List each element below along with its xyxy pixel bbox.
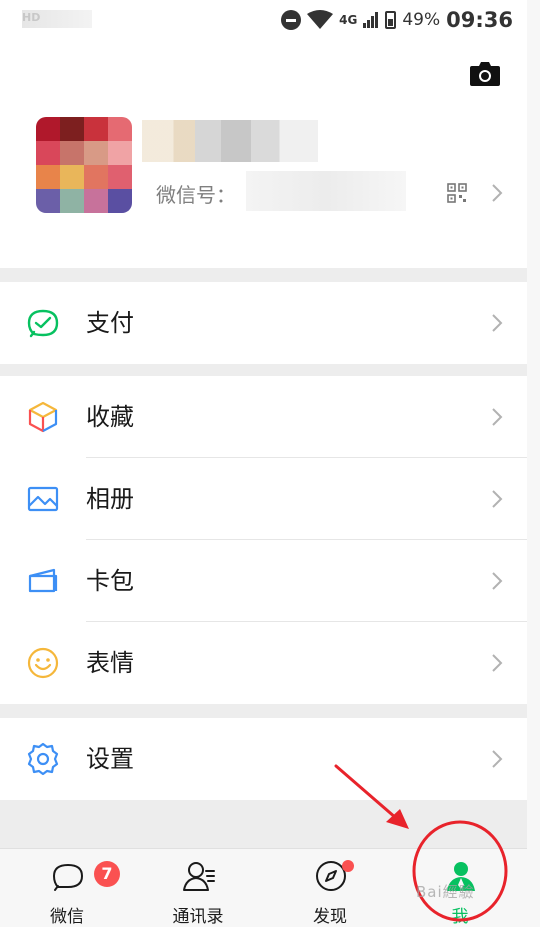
profile-header[interactable]: 微信号： xyxy=(0,40,527,268)
menu-label: 收藏 xyxy=(86,403,134,431)
status-bar: HD 4G 49% 09:36 xyxy=(0,0,527,40)
wechat-id-blurred xyxy=(246,171,406,211)
menu-group-main: 收藏 相册 卡包 表情 xyxy=(0,376,527,704)
battery-percent: 49% xyxy=(402,10,441,30)
camera-icon[interactable] xyxy=(470,62,500,86)
settings-icon xyxy=(27,742,59,776)
battery-icon xyxy=(385,11,397,29)
menu-label: 相册 xyxy=(86,485,134,513)
tab-contacts[interactable]: 通讯录 xyxy=(148,849,248,927)
chevron-right-icon xyxy=(492,490,503,508)
menu-row-album[interactable]: 相册 xyxy=(0,458,527,540)
tab-label: 微信 xyxy=(50,907,84,927)
tab-label: 我 xyxy=(451,907,469,927)
unread-badge: 7 xyxy=(94,861,120,887)
wechat-id-label: 微信号： xyxy=(156,183,236,207)
pay-icon xyxy=(27,309,59,338)
tab-chats[interactable]: 7 微信 xyxy=(17,849,120,927)
network-type: 4G xyxy=(339,13,358,27)
chat-icon xyxy=(52,863,84,891)
menu-label: 支付 xyxy=(86,309,134,337)
contacts-icon xyxy=(183,862,215,891)
menu-label: 卡包 xyxy=(86,567,134,595)
screen-edge xyxy=(527,0,540,927)
status-hd-text: HD xyxy=(22,11,41,24)
menu-label: 表情 xyxy=(86,649,134,677)
chevron-right-icon xyxy=(492,408,503,426)
avatar[interactable] xyxy=(36,117,132,213)
wifi-icon xyxy=(307,10,334,29)
tab-label: 发现 xyxy=(313,907,347,927)
tab-label: 通讯录 xyxy=(172,907,224,927)
wechat-me-screen: HD 4G 49% 09:36 微信号： 支付 收藏 相册 卡包 表情 设置 7… xyxy=(0,0,527,927)
signal-icon xyxy=(363,12,379,28)
album-icon xyxy=(27,486,59,512)
menu-row-pay[interactable]: 支付 xyxy=(0,282,527,364)
card-wallet-icon xyxy=(28,568,58,593)
nickname-blurred xyxy=(142,120,318,162)
menu-group-pay: 支付 xyxy=(0,282,527,364)
menu-row-stickers[interactable]: 表情 xyxy=(0,622,527,704)
chevron-right-icon xyxy=(492,750,503,768)
menu-group-settings: 设置 xyxy=(0,718,527,800)
menu-row-card-wallet[interactable]: 卡包 xyxy=(0,540,527,622)
do-not-disturb-icon xyxy=(281,10,302,30)
sticker-icon xyxy=(27,647,59,679)
chevron-right-icon xyxy=(492,654,503,672)
menu-row-settings[interactable]: 设置 xyxy=(0,718,527,800)
status-time: 09:36 xyxy=(446,8,513,32)
chevron-right-icon xyxy=(492,184,503,202)
qr-code-icon[interactable] xyxy=(447,183,467,203)
tab-discover[interactable]: 发现 xyxy=(280,849,380,927)
chevron-right-icon xyxy=(492,572,503,590)
discover-notification-dot xyxy=(342,860,354,872)
status-right: 4G 49% 09:36 xyxy=(281,6,513,34)
watermark: Bai經驗 xyxy=(416,883,475,901)
menu-label: 设置 xyxy=(86,745,134,773)
menu-row-favorites[interactable]: 收藏 xyxy=(0,376,527,458)
chevron-right-icon xyxy=(492,314,503,332)
favorites-icon xyxy=(28,401,58,433)
